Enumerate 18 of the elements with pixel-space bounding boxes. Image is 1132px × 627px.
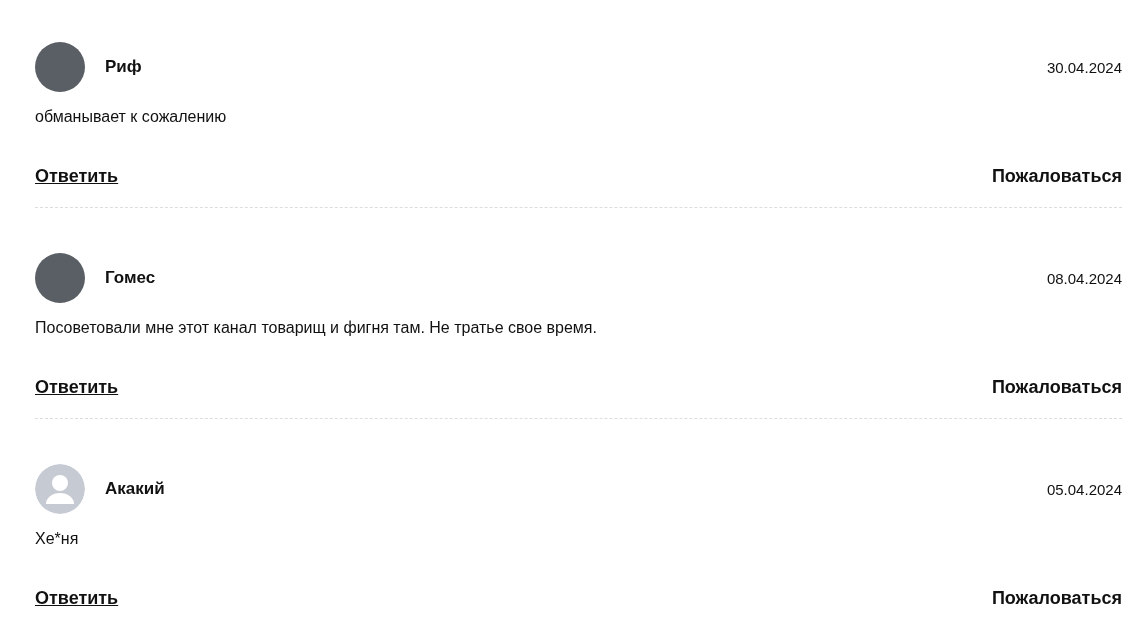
reply-link[interactable]: Ответить — [35, 376, 119, 398]
author-name: Акакий — [105, 479, 165, 499]
comment-text: обманывает к сожалению — [35, 107, 228, 127]
report-link[interactable]: Пожаловаться — [991, 165, 1122, 187]
report-link[interactable]: Пожаловаться — [991, 376, 1122, 398]
comment-date: 08.04.2024 — [1046, 269, 1122, 287]
avatar-photo-placeholder — [35, 42, 85, 92]
comment-date: 05.04.2024 — [1046, 480, 1122, 498]
user-silhouette-icon — [35, 464, 85, 514]
reply-link[interactable]: Ответить — [35, 587, 119, 609]
comment-date: 30.04.2024 — [1046, 58, 1122, 76]
comment-text: Посоветовали мне этот канал товарищ и фигня там. Не тратье свое время. — [35, 318, 598, 338]
report-link[interactable]: Пожаловаться — [991, 587, 1122, 609]
avatar-photo-placeholder — [35, 253, 85, 303]
author-name: Гомес — [105, 268, 156, 288]
reply-link[interactable]: Ответить — [35, 165, 119, 187]
comment-text: Хе*ня — [35, 529, 80, 549]
author-name: Риф — [105, 57, 142, 77]
